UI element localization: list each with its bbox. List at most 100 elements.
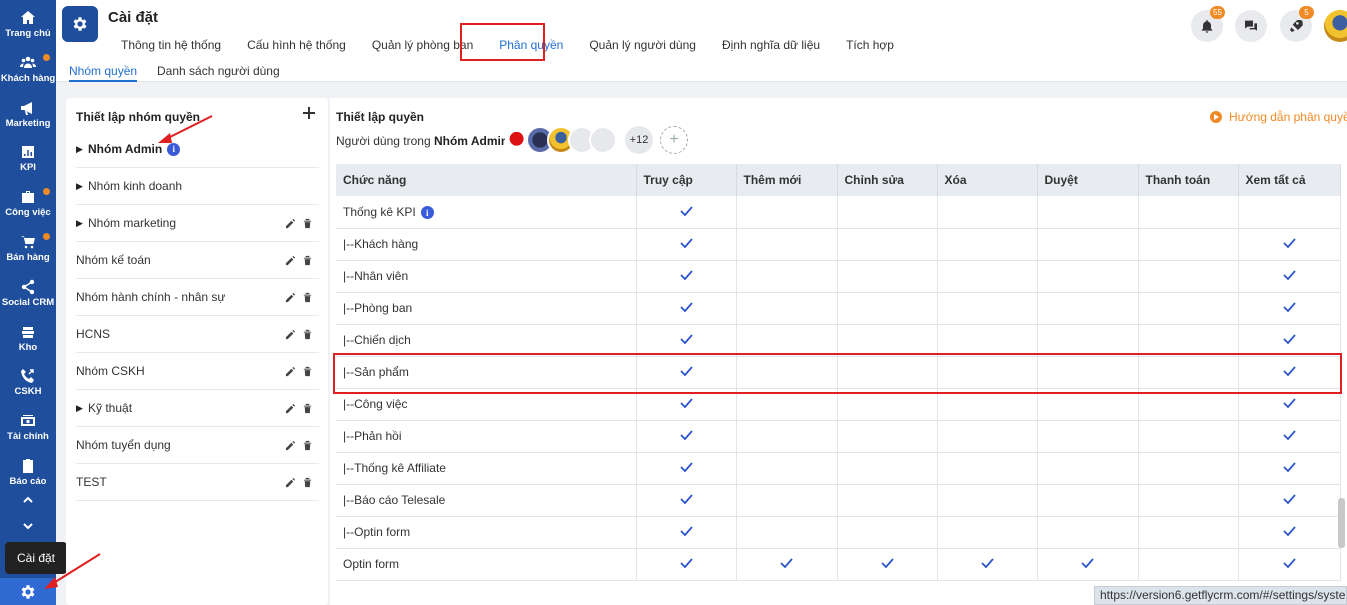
group-item[interactable]: ▶ Nhóm Admin i <box>76 131 319 168</box>
sidebar-item-công-việc[interactable]: Công việc <box>0 181 56 225</box>
tab-6[interactable]: Tích hợp <box>833 36 907 54</box>
permission-cell[interactable] <box>1238 548 1341 581</box>
checkmark-icon[interactable] <box>679 461 693 473</box>
subtab-users[interactable]: Danh sách người dùng <box>157 62 280 82</box>
sidebar-item-bán-hàng[interactable]: Bán hàng <box>0 226 56 270</box>
group-item[interactable]: ▶ Nhóm marketing <box>76 205 319 242</box>
permission-cell[interactable] <box>1138 356 1239 389</box>
checkmark-icon[interactable] <box>1282 525 1296 537</box>
trash-icon[interactable] <box>302 440 313 451</box>
permission-cell[interactable] <box>837 484 938 517</box>
group-item[interactable]: Nhóm kế toán <box>76 242 319 279</box>
scrollbar-thumb[interactable] <box>1338 498 1345 548</box>
sidebar-item-social-crm[interactable]: Social CRM <box>0 271 56 315</box>
permission-guide-link[interactable]: Hướng dẫn phân quyền <box>1210 110 1347 124</box>
subtab-groups[interactable]: Nhóm quyền <box>69 62 138 82</box>
messages-button[interactable] <box>1235 10 1267 42</box>
tab-5[interactable]: Định nghĩa dữ liệu <box>709 36 833 54</box>
checkmark-icon[interactable] <box>780 557 793 569</box>
group-item[interactable]: ▶ Kỹ thuật <box>76 390 319 427</box>
permission-cell[interactable] <box>1037 548 1139 581</box>
sidebar-item-khách-hàng[interactable]: Khách hàng <box>0 47 56 91</box>
permission-cell[interactable] <box>636 516 737 549</box>
checkmark-icon[interactable] <box>679 237 693 249</box>
permission-cell[interactable] <box>937 484 1038 517</box>
permission-cell[interactable] <box>736 260 838 293</box>
permission-cell[interactable] <box>937 228 1038 261</box>
permission-cell[interactable] <box>837 452 938 485</box>
checkmark-icon[interactable] <box>679 333 693 345</box>
permission-cell[interactable] <box>1238 388 1341 421</box>
permission-cell[interactable] <box>736 388 838 421</box>
user-avatar[interactable] <box>1324 10 1347 42</box>
checkmark-icon[interactable] <box>1282 557 1296 569</box>
permission-cell[interactable] <box>1138 228 1239 261</box>
permission-cell[interactable] <box>736 356 838 389</box>
add-group-button[interactable] <box>302 106 318 122</box>
permission-cell[interactable] <box>1037 420 1139 453</box>
permission-cell[interactable] <box>937 260 1038 293</box>
permission-cell[interactable] <box>837 292 938 325</box>
sidebar-settings-button[interactable] <box>0 578 56 605</box>
permission-cell[interactable] <box>736 196 838 229</box>
expand-caret-icon[interactable]: ▶ <box>76 144 88 155</box>
permission-cell[interactable] <box>1037 260 1139 293</box>
permission-cell[interactable] <box>636 292 737 325</box>
group-item[interactable]: Nhóm CSKH <box>76 353 319 390</box>
permission-cell[interactable] <box>1037 356 1139 389</box>
info-icon[interactable]: i <box>167 142 181 156</box>
permission-cell[interactable] <box>1138 452 1239 485</box>
sidebar-item-báo-cáo[interactable]: Báo cáo <box>0 450 56 494</box>
permission-cell[interactable] <box>736 324 838 357</box>
group-item[interactable]: TEST <box>76 464 319 501</box>
group-item[interactable]: Nhóm hành chính - nhân sự <box>76 279 319 316</box>
permission-cell[interactable] <box>937 548 1038 581</box>
expand-caret-icon[interactable]: ▶ <box>76 181 88 192</box>
checkmark-icon[interactable] <box>679 269 693 281</box>
checkmark-icon[interactable] <box>1282 429 1296 441</box>
checkmark-icon[interactable] <box>679 365 693 377</box>
edit-pencil-icon[interactable] <box>285 477 296 488</box>
permission-cell[interactable] <box>1238 196 1341 229</box>
sidebar-item-kho[interactable]: Kho <box>0 316 56 360</box>
permission-cell[interactable] <box>937 356 1038 389</box>
permission-cell[interactable] <box>1037 196 1139 229</box>
permission-cell[interactable] <box>937 196 1038 229</box>
permission-cell[interactable] <box>1037 228 1139 261</box>
trash-icon[interactable] <box>302 403 313 414</box>
permission-cell[interactable] <box>636 420 737 453</box>
permission-cell[interactable] <box>636 196 737 229</box>
add-user-button[interactable]: + <box>660 126 688 154</box>
permission-cell[interactable] <box>636 484 737 517</box>
group-item[interactable]: HCNS <box>76 316 319 353</box>
edit-pencil-icon[interactable] <box>285 366 296 377</box>
permission-cell[interactable] <box>837 324 938 357</box>
checkmark-icon[interactable] <box>679 397 693 409</box>
permission-cell[interactable] <box>736 516 838 549</box>
permission-cell[interactable] <box>837 420 938 453</box>
more-users-count[interactable]: +12 <box>625 126 653 154</box>
checkmark-icon[interactable] <box>679 557 693 569</box>
edit-pencil-icon[interactable] <box>285 292 296 303</box>
checkmark-icon[interactable] <box>1081 557 1094 569</box>
scroll-up-chevron-icon[interactable] <box>0 489 56 511</box>
permission-cell[interactable] <box>636 452 737 485</box>
permission-cell[interactable] <box>837 260 938 293</box>
permission-cell[interactable] <box>636 548 737 581</box>
edit-pencil-icon[interactable] <box>285 440 296 451</box>
checkmark-icon[interactable] <box>1282 333 1296 345</box>
checkmark-icon[interactable] <box>1282 493 1296 505</box>
permission-cell[interactable] <box>636 356 737 389</box>
permission-cell[interactable] <box>636 260 737 293</box>
scroll-down-chevron-icon[interactable] <box>0 515 56 537</box>
permission-cell[interactable] <box>937 324 1038 357</box>
permission-cell[interactable] <box>736 484 838 517</box>
permission-cell[interactable] <box>837 516 938 549</box>
checkmark-icon[interactable] <box>679 205 693 217</box>
permission-cell[interactable] <box>1238 420 1341 453</box>
sidebar-item-tài-chính[interactable]: Tài chính <box>0 405 56 449</box>
permission-cell[interactable] <box>837 196 938 229</box>
notifications-button[interactable]: 55 <box>1191 6 1225 42</box>
permission-cell[interactable] <box>736 292 838 325</box>
permission-cell[interactable] <box>1238 260 1341 293</box>
